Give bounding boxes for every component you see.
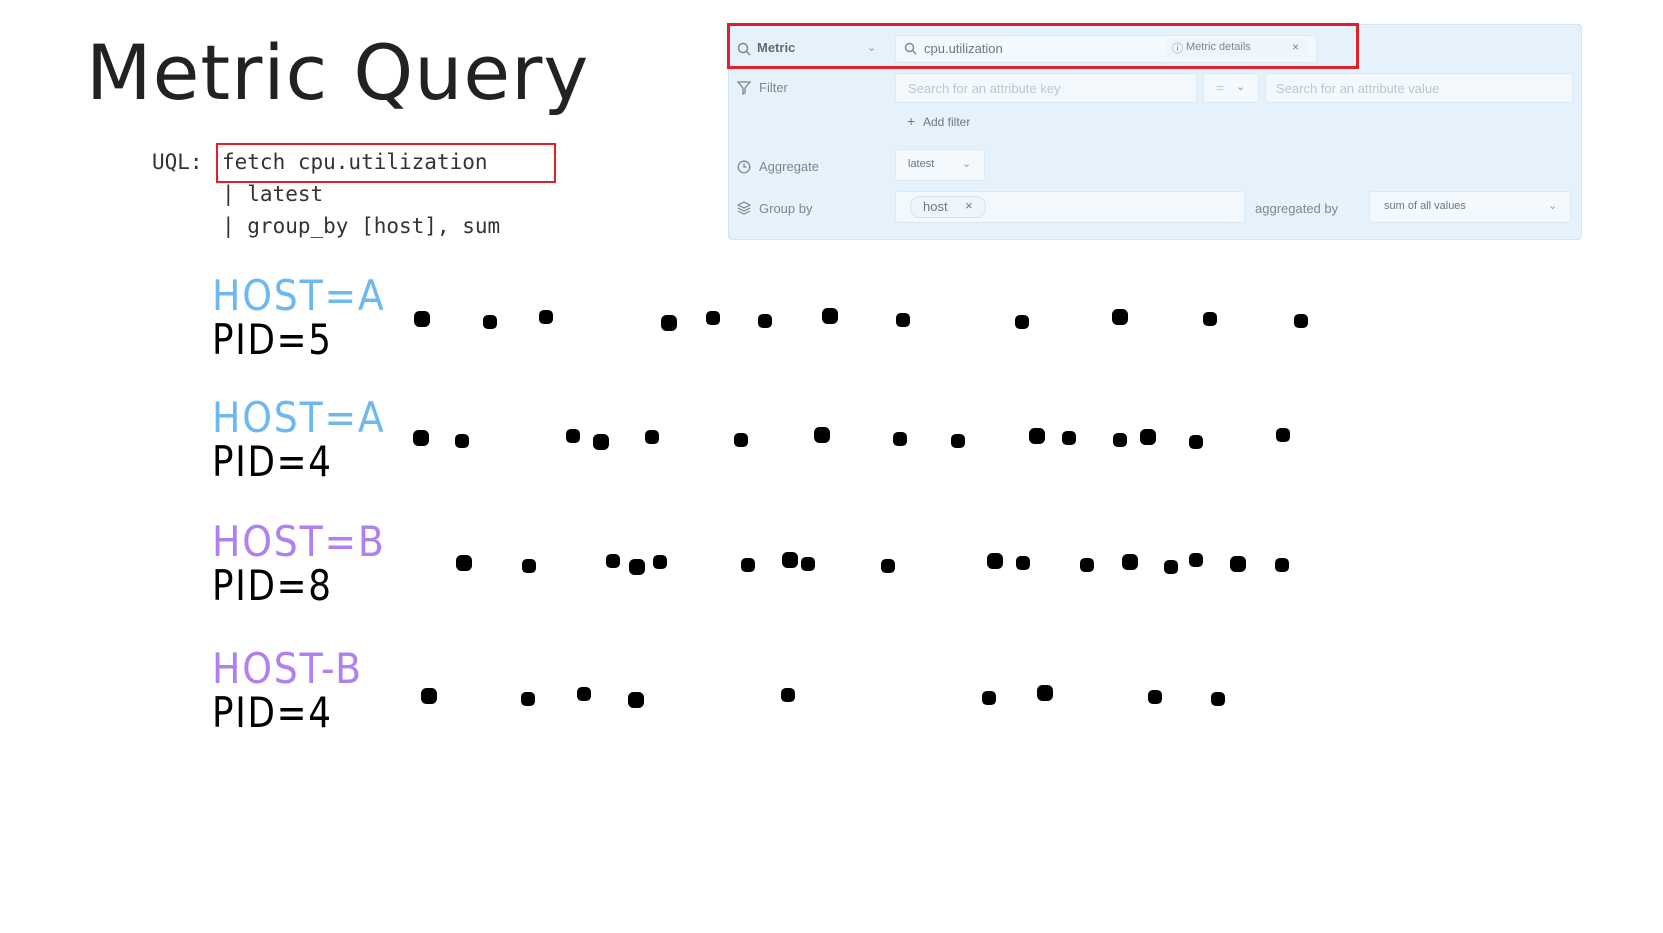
data-point [758,314,772,328]
data-point [1029,428,1045,444]
data-point [413,430,429,446]
data-point [881,559,895,573]
data-point [1140,429,1156,445]
data-point [801,557,815,571]
data-point [628,692,644,708]
data-point [1113,433,1127,447]
data-point [1122,554,1138,570]
data-point [661,315,677,331]
data-point [483,315,497,329]
data-point [1016,556,1030,570]
data-point [1164,560,1178,574]
data-point [1015,315,1029,329]
data-point [1230,556,1246,572]
data-point [1275,558,1289,572]
data-point [706,311,720,325]
data-point [1037,685,1053,701]
data-point [521,692,535,706]
data-point [781,688,795,702]
data-point [822,308,838,324]
data-point [741,558,755,572]
data-point [1294,314,1308,328]
data-point [629,559,645,575]
data-point [782,552,798,568]
data-point [455,434,469,448]
data-point [1189,435,1203,449]
data-point [814,427,830,443]
data-point [522,559,536,573]
data-point [421,688,437,704]
data-point [1203,312,1217,326]
data-point [653,555,667,569]
data-point [1062,431,1076,445]
data-point [893,432,907,446]
data-point [1189,553,1203,567]
data-point [951,434,965,448]
data-point [539,310,553,324]
data-point [1211,692,1225,706]
data-point [577,687,591,701]
data-point [987,553,1003,569]
data-point [645,430,659,444]
data-point [456,555,472,571]
data-point [606,554,620,568]
data-point [593,434,609,450]
data-point [1276,428,1290,442]
data-point [896,313,910,327]
data-points-canvas [413,308,1308,708]
data-point [566,429,580,443]
data-point [1112,309,1128,325]
data-point [414,311,430,327]
data-point [1148,690,1162,704]
data-point [982,691,996,705]
data-point [1080,558,1094,572]
data-point [734,433,748,447]
